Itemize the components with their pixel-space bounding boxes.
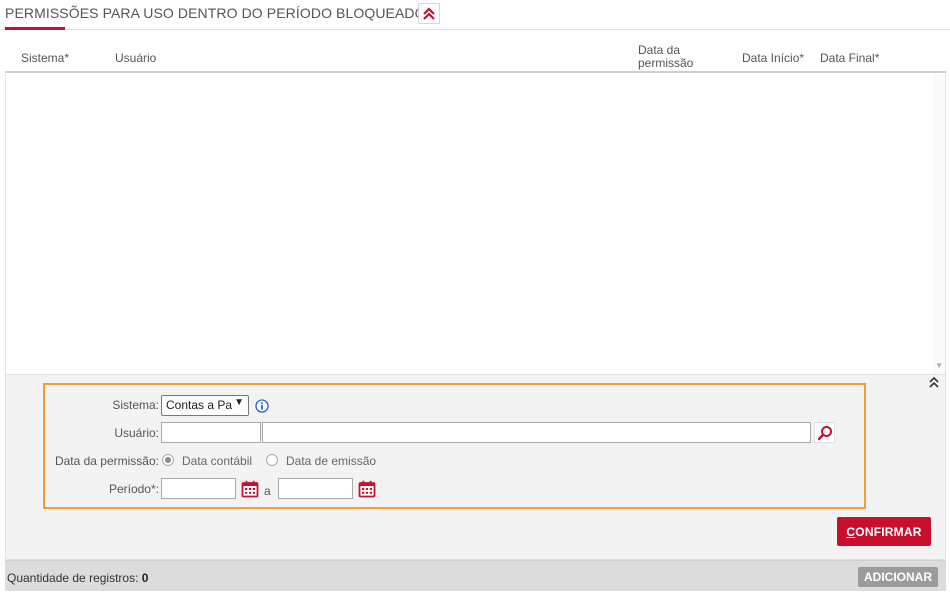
column-header-data-inicio[interactable]: Data Início* xyxy=(742,52,804,65)
info-icon[interactable] xyxy=(255,399,269,413)
confirm-button-label: ONFIRMAR xyxy=(855,524,922,539)
page-header: PERMISSÕES PARA USO DENTRO DO PERÍODO BL… xyxy=(0,0,950,30)
dropdown-arrow-icon: ▼ xyxy=(234,397,244,408)
record-count-label: Quantidade de registros: xyxy=(7,571,139,585)
confirm-button[interactable]: C ONFIRMAR xyxy=(837,517,931,546)
form-area: Sistema: Contas a Pa ▼ Usuário: Data da … xyxy=(5,374,946,560)
column-header-data-final[interactable]: Data Final* xyxy=(820,52,879,65)
radio-data-emissao[interactable] xyxy=(266,454,278,466)
sistema-label: Sistema: xyxy=(112,398,159,412)
periodo-separator: a xyxy=(264,484,271,498)
confirm-button-accesskey: C xyxy=(846,524,856,539)
filter-box: Sistema: Contas a Pa ▼ Usuário: Data da … xyxy=(43,383,866,509)
record-count-value: 0 xyxy=(141,571,149,585)
grid-body: ▼ xyxy=(5,74,946,374)
column-header-data-permissao[interactable]: Data da permissão xyxy=(638,44,718,70)
grid-header: Sistema* Usuário Data da permissão Data … xyxy=(5,40,946,73)
column-header-sistema[interactable]: Sistema* xyxy=(21,52,69,65)
column-header-usuario[interactable]: Usuário xyxy=(115,52,156,65)
radio-data-emissao-label[interactable]: Data de emissão xyxy=(286,454,376,468)
periodo-start-input[interactable] xyxy=(161,478,236,499)
usuario-search-button[interactable] xyxy=(814,422,835,443)
data-permissao-label: Data da permissão: xyxy=(54,454,159,468)
periodo-label: Período*: xyxy=(108,482,159,496)
search-icon xyxy=(817,425,832,440)
usuario-name-input[interactable] xyxy=(262,422,811,443)
sistema-select-value: Contas a Pa xyxy=(166,398,233,412)
footer-bar: Quantidade de registros: 0 ADICIONAR xyxy=(5,560,946,591)
radio-data-contabil-label[interactable]: Data contábil xyxy=(182,454,252,468)
periodo-end-input[interactable] xyxy=(278,478,353,499)
calendar-icon[interactable] xyxy=(241,480,259,498)
double-chevron-up-icon[interactable] xyxy=(929,377,939,389)
radio-data-contabil[interactable] xyxy=(162,454,174,466)
title-underline xyxy=(5,27,65,30)
sistema-select[interactable]: Contas a Pa ▼ xyxy=(161,395,249,416)
collapse-section-button[interactable] xyxy=(418,3,440,24)
double-chevron-up-icon xyxy=(423,6,435,20)
record-count: Quantidade de registros: 0 xyxy=(7,571,148,585)
add-button[interactable]: ADICIONAR xyxy=(858,567,938,587)
calendar-icon[interactable] xyxy=(358,480,376,498)
column-header-data-permissao-line2: permissão xyxy=(638,56,694,70)
page-title: PERMISSÕES PARA USO DENTRO DO PERÍODO BL… xyxy=(5,5,426,21)
usuario-label: Usuário: xyxy=(114,426,159,440)
scroll-down-arrow-icon[interactable]: ▼ xyxy=(935,361,943,370)
grid-scrollbar[interactable]: ▼ xyxy=(933,74,945,374)
usuario-code-input[interactable] xyxy=(161,422,261,443)
